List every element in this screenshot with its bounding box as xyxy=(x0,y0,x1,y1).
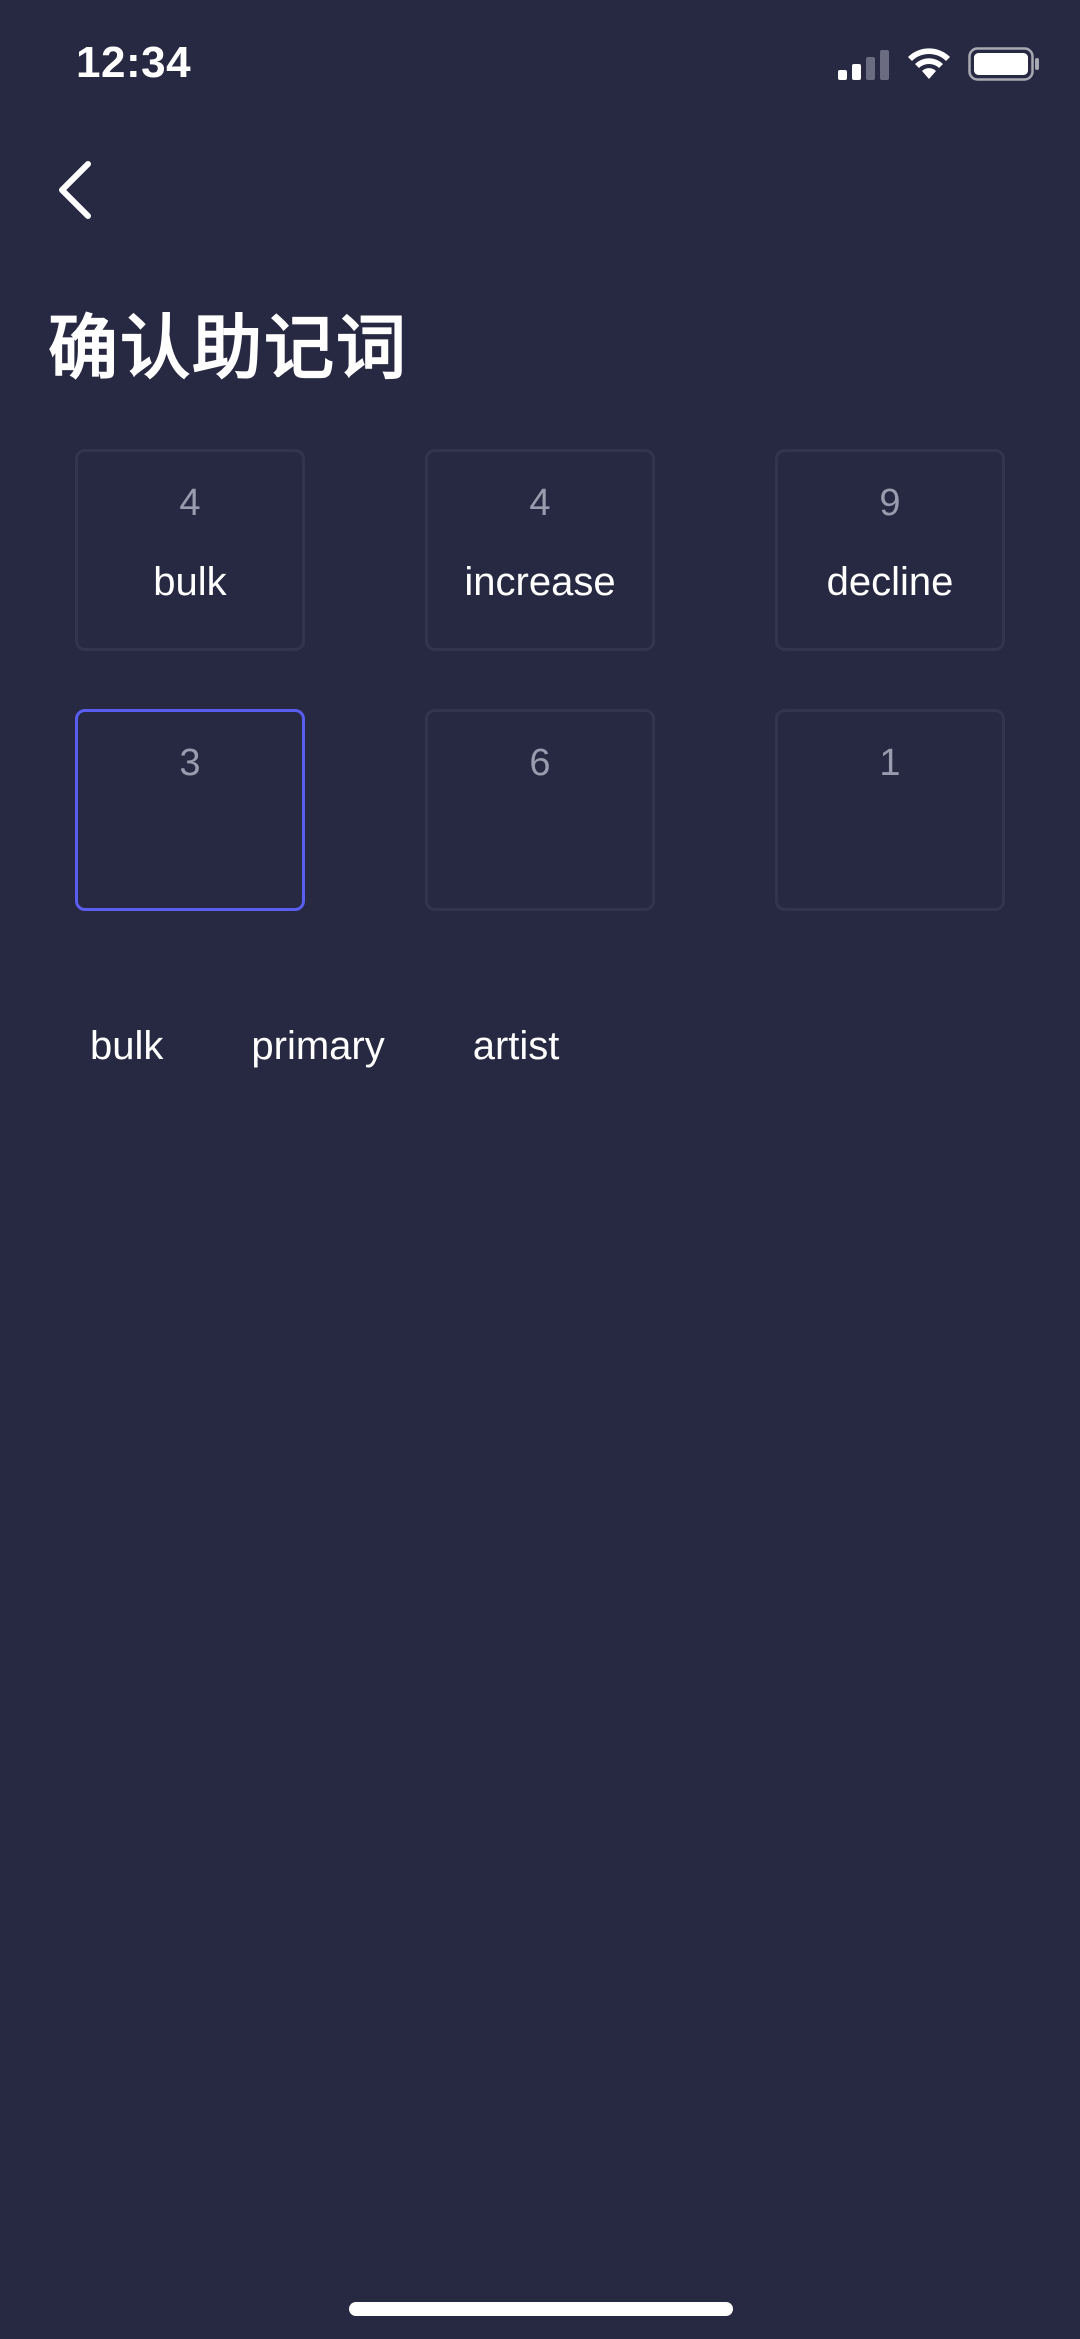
home-indicator xyxy=(349,2302,733,2316)
battery-icon xyxy=(968,46,1040,86)
word-option[interactable]: bulk xyxy=(60,1014,193,1079)
word-options: bulk primary artist xyxy=(60,1014,617,1079)
mnemonic-slot-active[interactable]: 3 xyxy=(75,709,305,911)
mnemonic-slot[interactable]: 9 decline xyxy=(775,449,1005,651)
status-icons xyxy=(838,46,1040,86)
mnemonic-slot[interactable]: 4 bulk xyxy=(75,449,305,651)
mnemonic-slot[interactable]: 6 xyxy=(425,709,655,911)
slot-index: 4 xyxy=(529,482,551,524)
slot-word: bulk xyxy=(153,560,227,604)
slot-index: 6 xyxy=(529,742,551,784)
mnemonic-slot[interactable]: 4 increase xyxy=(425,449,655,651)
slot-index: 3 xyxy=(179,742,201,784)
status-time: 12:34 xyxy=(76,38,192,87)
word-option[interactable]: artist xyxy=(443,1014,590,1079)
slot-index: 4 xyxy=(179,482,201,524)
status-bar: 12:34 xyxy=(0,0,1080,130)
page-title: 确认助记词 xyxy=(48,307,408,389)
signal-icon xyxy=(838,48,890,85)
back-button[interactable] xyxy=(36,152,116,232)
slot-index: 1 xyxy=(879,742,901,784)
word-option[interactable]: primary xyxy=(221,1014,414,1079)
wifi-icon xyxy=(906,47,952,86)
slot-word: decline xyxy=(826,560,954,604)
slot-word: increase xyxy=(464,560,616,604)
mnemonic-slot[interactable]: 1 xyxy=(775,709,1005,911)
slot-index: 9 xyxy=(879,482,901,524)
chevron-left-icon xyxy=(54,158,98,227)
mnemonic-slot-grid: 4 bulk 4 increase 9 decline 3 6 1 xyxy=(75,449,1005,911)
